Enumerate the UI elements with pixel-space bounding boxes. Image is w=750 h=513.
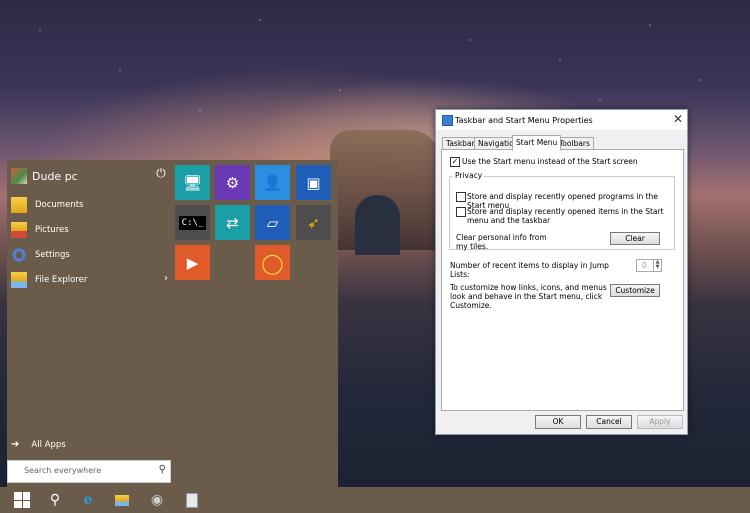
tile-network[interactable]: ⇄ (215, 205, 250, 240)
store-items-checkbox[interactable] (456, 207, 466, 217)
customize-button[interactable]: Customize (610, 284, 660, 297)
internet-explorer-icon: e (83, 492, 93, 508)
dialog-title-bar[interactable]: Taskbar and Start Menu Properties ✕ (436, 110, 687, 130)
tile-display[interactable]: ▱ (255, 205, 290, 240)
taskbar-search-button[interactable]: ⚲ (38, 487, 72, 513)
start-button[interactable] (5, 487, 39, 513)
taskbar-internet-explorer[interactable]: e (71, 487, 105, 513)
media-player-icon: ▶ (186, 253, 199, 272)
search-input[interactable]: Search everywhere ⚲ (7, 460, 171, 483)
privacy-label: Privacy (453, 171, 485, 180)
tile-computer[interactable]: 🖥 (175, 165, 210, 200)
rock-arch-opening (355, 195, 400, 255)
tile-tool[interactable]: ➶ (296, 205, 331, 240)
store-items-label: Store and display recently opened items … (467, 207, 664, 225)
cancel-button[interactable]: Cancel (586, 415, 632, 429)
clear-info-label: Clear personal info from my tiles. (456, 233, 547, 251)
tile-users[interactable]: 👤 (255, 165, 290, 200)
taskbar-file-explorer[interactable] (105, 487, 139, 513)
properties-icon (186, 492, 198, 508)
close-icon[interactable]: ✕ (673, 112, 683, 126)
start-item-label: File Explorer (35, 275, 88, 285)
jumplist-label: Number of recent items to display in Jum… (450, 261, 609, 279)
display-icon: ▱ (266, 213, 279, 232)
taskbar-properties-window[interactable] (175, 487, 209, 513)
windows-start-icon (14, 492, 30, 508)
use-start-menu-checkbox[interactable]: ✓ (450, 157, 460, 167)
start-item-settings[interactable]: Settings (11, 245, 168, 265)
use-start-menu-label: Use the Start menu instead of the Start … (462, 157, 638, 166)
jumplist-count-value: 0 (642, 261, 647, 270)
power-icon[interactable]: ⏻ (154, 166, 168, 180)
all-apps-button[interactable]: ➔ All Apps (11, 439, 66, 450)
start-menu-left-pane: Dude pc ⏻ Documents Pictures Settings Fi… (7, 160, 172, 487)
user-name: Dude pc (32, 169, 78, 183)
control-panel-icon: ▣ (306, 173, 321, 192)
tile-control-panel[interactable]: ▣ (296, 165, 331, 200)
command-prompt-icon: C:\_ (178, 215, 207, 230)
users-icon: 👤 (263, 173, 282, 192)
documents-icon (11, 197, 27, 213)
ring-icon: ◯ (261, 250, 284, 275)
chevron-right-icon[interactable]: › (164, 273, 168, 284)
start-item-label: Settings (35, 250, 70, 260)
start-item-documents[interactable]: Documents (11, 195, 168, 215)
dialog-title: Taskbar and Start Menu Properties (455, 116, 593, 125)
avatar (11, 168, 27, 184)
remote-desktop-icon: ◉ (150, 492, 164, 508)
search-icon: ⚲ (158, 464, 166, 475)
start-item-label: Documents (35, 200, 84, 210)
arrow-right-icon: ➔ (11, 439, 20, 450)
spin-up-down-icon[interactable]: ▲ ▼ (653, 260, 661, 271)
jumplist-count-stepper[interactable]: 0 ▲ ▼ (636, 259, 662, 272)
taskbar-properties-icon (442, 115, 453, 126)
start-item-file-explorer[interactable]: File Explorer › (11, 270, 168, 290)
all-apps-label: All Apps (31, 439, 66, 450)
tile-ring-app[interactable]: ◯ (255, 245, 290, 280)
start-item-pictures[interactable]: Pictures (11, 220, 168, 240)
start-item-label: Pictures (35, 225, 69, 235)
tile-media-player[interactable]: ▶ (175, 245, 210, 280)
settings-icon (11, 247, 27, 263)
taskbar-remote-desktop[interactable]: ◉ (140, 487, 174, 513)
ok-button[interactable]: OK (535, 415, 581, 429)
tile-command-prompt[interactable]: C:\_ (175, 205, 210, 240)
search-placeholder: Search everywhere (24, 466, 102, 475)
file-explorer-icon (115, 494, 129, 506)
taskbar-start-menu-properties-dialog: Taskbar and Start Menu Properties ✕ Task… (435, 109, 688, 435)
settings-gear-icon: ⚙ (225, 173, 240, 192)
pictures-icon (11, 222, 27, 238)
taskbar: ⚲ e ◉ (0, 487, 750, 513)
tab-start-menu[interactable]: Start Menu (512, 135, 562, 151)
user-account[interactable]: Dude pc (11, 166, 78, 186)
tile-settings[interactable]: ⚙ (215, 165, 250, 200)
customize-description: To customize how links, icons, and menus… (450, 283, 607, 310)
tool-icon: ➶ (307, 213, 320, 232)
store-programs-checkbox[interactable] (456, 192, 466, 202)
network-icon: ⇄ (226, 213, 239, 232)
file-explorer-icon (11, 272, 27, 288)
computer-icon: 🖥 (182, 173, 203, 192)
search-icon: ⚲ (49, 492, 61, 508)
apply-button[interactable]: Apply (637, 415, 683, 429)
clear-button[interactable]: Clear (610, 232, 660, 245)
